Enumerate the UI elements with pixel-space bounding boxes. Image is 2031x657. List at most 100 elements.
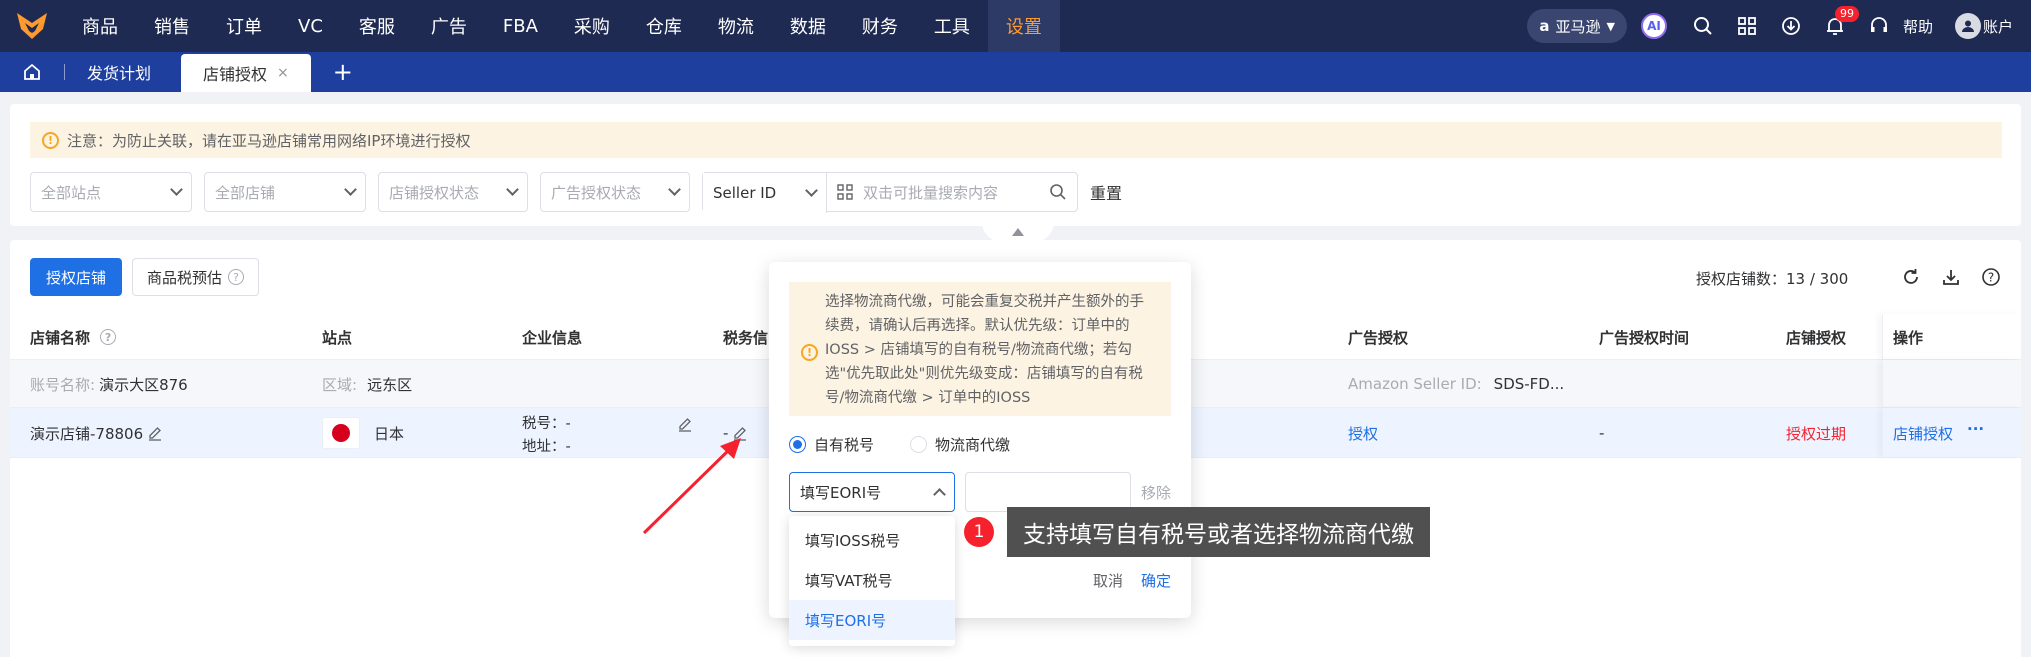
radio-logistics-pay[interactable]: [910, 436, 928, 453]
menu-item-goods[interactable]: 商品: [64, 0, 136, 52]
ad-auth-link[interactable]: 授权: [1348, 408, 1378, 458]
cancel-button[interactable]: 取消: [1093, 570, 1123, 591]
search-icon[interactable]: [1681, 0, 1725, 52]
help-circle-icon[interactable]: ?: [1978, 264, 2004, 290]
user-avatar-icon[interactable]: [1954, 13, 1981, 39]
search-field-select[interactable]: Seller ID: [703, 173, 827, 213]
authorize-store-button[interactable]: 授权店铺: [30, 258, 123, 296]
store-name: 演示店铺-78806: [30, 424, 144, 443]
tab-store-authorization[interactable]: 店铺授权 ×: [181, 54, 311, 92]
header-ad-auth: 广告授权: [1348, 328, 1409, 347]
confirm-button[interactable]: 确定: [1141, 570, 1171, 591]
add-tab-button[interactable]: +: [311, 52, 375, 92]
tax-estimate-button[interactable]: 商品税预估 ?: [132, 258, 260, 296]
ad-auth-status-select[interactable]: 广告授权状态: [540, 172, 690, 212]
account-name: 账号名称: 演示大区876: [30, 360, 188, 408]
menu-item-fba[interactable]: FBA: [485, 0, 556, 52]
company-edit-icon[interactable]: [677, 416, 693, 432]
more-actions-icon[interactable]: ···: [1967, 404, 1984, 454]
menu-item-purchase[interactable]: 采购: [556, 0, 628, 52]
tax-type-value: 填写EORI号: [800, 483, 882, 502]
tax-cell: -: [723, 408, 748, 458]
chevron-down-icon: [805, 184, 818, 197]
menu-item-logistics[interactable]: 物流: [700, 0, 772, 52]
menu-item-tools[interactable]: 工具: [916, 0, 988, 52]
table-tools: ?: [1898, 264, 2004, 290]
bell-icon[interactable]: 99: [1813, 0, 1859, 52]
store-count-label: 授权店铺数：13 / 300: [1696, 270, 1849, 288]
menu-item-orders[interactable]: 订单: [208, 0, 280, 52]
header-store-name-label: 店铺名称: [30, 328, 91, 347]
menu-item-finance[interactable]: 财务: [844, 0, 916, 52]
header-actions: 操作: [1893, 328, 1924, 347]
batch-grid-icon: [837, 184, 853, 200]
callout-tooltip: 支持填写自有税号或者选择物流商代缴: [1007, 507, 1430, 557]
download-circle-icon[interactable]: [1769, 0, 1813, 52]
menu-item-warehouse[interactable]: 仓库: [628, 0, 700, 52]
search-icon[interactable]: [1049, 183, 1067, 201]
notice-text: 注意：为防止关联，请在亚马逊店铺常用网络IP环境进行授权: [67, 131, 471, 150]
search-input[interactable]: 双击可批量搜索内容: [827, 173, 1077, 211]
amazon-icon: a: [1539, 17, 1550, 35]
ai-button[interactable]: AI: [1640, 13, 1667, 39]
tab-shipping-plan[interactable]: 发货计划: [65, 52, 173, 92]
store-auth-status-select[interactable]: 店铺授权状态: [378, 172, 528, 212]
tax-number-input[interactable]: [965, 472, 1131, 512]
store-select-placeholder: 全部店铺: [215, 183, 276, 202]
remove-button[interactable]: 移除: [1141, 482, 1171, 503]
actions-cell: 店铺授权 ···: [1882, 408, 2021, 457]
menu-item-ads[interactable]: 广告: [413, 0, 485, 52]
store-auth-status-placeholder: 店铺授权状态: [389, 183, 480, 202]
help-circle-icon[interactable]: ?: [228, 269, 245, 285]
account-link[interactable]: 账户: [1983, 16, 2013, 37]
site-select[interactable]: 全部站点: [30, 172, 192, 212]
reset-button[interactable]: 重置: [1090, 180, 1122, 204]
radio-own-tax[interactable]: [789, 436, 806, 453]
platform-selector[interactable]: a 亚马逊 ▼: [1527, 9, 1627, 43]
store-auth-action-link[interactable]: 店铺授权: [1893, 408, 1953, 458]
tax-type-select[interactable]: 填写EORI号: [789, 472, 955, 512]
menu-item-data[interactable]: 数据: [772, 0, 844, 52]
fox-logo-icon: [17, 13, 47, 39]
chevron-down-icon: [506, 183, 519, 196]
close-tab-icon[interactable]: ×: [277, 65, 289, 81]
option-ioss[interactable]: 填写IOSS税号: [789, 520, 955, 560]
ad-auth-time: -: [1599, 424, 1605, 442]
menu-item-sales[interactable]: 销售: [136, 0, 208, 52]
headset-icon[interactable]: [1857, 0, 1901, 52]
radio-own-tax-label[interactable]: 自有税号: [814, 434, 874, 455]
home-icon[interactable]: [0, 52, 64, 92]
collapse-filter-toggle[interactable]: [982, 222, 1054, 242]
caret-down-icon: ▼: [1606, 19, 1615, 33]
platform-label: 亚马逊: [1555, 17, 1601, 36]
tax-number: 税号：-: [522, 416, 571, 432]
company-cell: 税号：- 地址：-: [522, 412, 571, 456]
edit-icon[interactable]: [147, 425, 163, 441]
chevron-down-icon: [668, 183, 681, 196]
seller-id-label: Amazon Seller ID:: [1348, 375, 1482, 393]
option-eori[interactable]: 填写EORI号: [789, 600, 955, 640]
download-icon[interactable]: [1938, 264, 1964, 290]
store-select[interactable]: 全部店铺: [204, 172, 366, 212]
refresh-icon[interactable]: [1898, 264, 1924, 290]
region-value: 远东区: [367, 375, 413, 394]
header-company: 企业信息: [522, 328, 583, 347]
tax-value: -: [723, 424, 729, 442]
option-vat[interactable]: 填写VAT税号: [789, 560, 955, 600]
filter-row: 全部站点 全部店铺 店铺授权状态 广告授权状态 Seller ID 双击可批量搜…: [30, 172, 1122, 213]
site-cell: 日本: [322, 408, 404, 458]
menu-item-settings[interactable]: 设置: [987, 0, 1060, 52]
edit-tax-icon[interactable]: [732, 425, 748, 441]
help-circle-icon[interactable]: ?: [100, 329, 117, 345]
help-link[interactable]: 帮助: [1903, 16, 1933, 37]
ad-auth-status-placeholder: 广告授权状态: [551, 183, 642, 202]
menu-item-vc[interactable]: VC: [280, 0, 341, 52]
radio-logistics-pay-label[interactable]: 物流商代缴: [935, 434, 1010, 455]
store-auth-status: 授权过期: [1786, 424, 1847, 443]
menu-item-service[interactable]: 客服: [341, 0, 413, 52]
notification-badge: 99: [1834, 6, 1859, 22]
top-navbar: 商品 销售 订单 VC 客服 广告 FBA 采购 仓库 物流 数据 财务 工具 …: [0, 0, 2031, 52]
apps-grid-icon[interactable]: [1725, 0, 1769, 52]
logo[interactable]: [0, 0, 64, 52]
account-name-label: 账号名称:: [30, 375, 96, 394]
